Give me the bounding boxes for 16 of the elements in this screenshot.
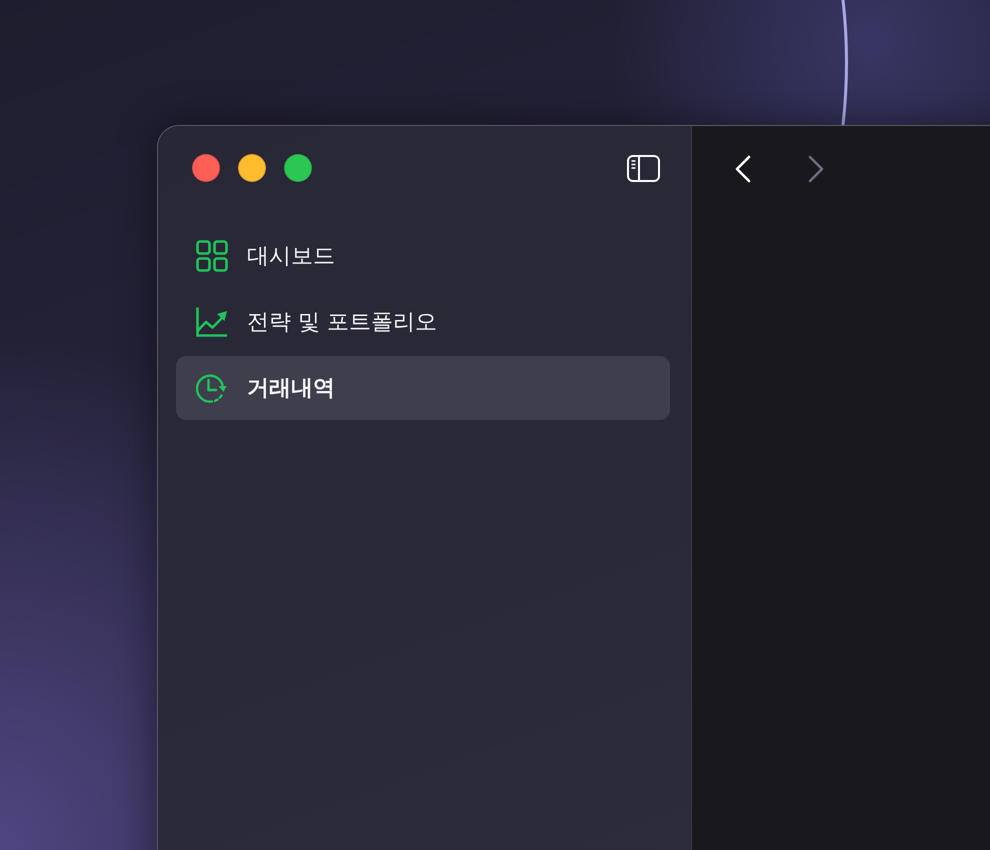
clock-arrow-icon [196,372,228,404]
minimize-button[interactable] [238,154,266,182]
sidebar-item[interactable]: 거래내역 [176,356,670,420]
grid-icon [196,240,228,272]
chevron-left-icon [734,155,752,183]
sidebar-item-label: 전략 및 포트폴리오 [247,309,437,337]
sidebar-item[interactable]: 전략 및 포트폴리오 [176,290,670,354]
zoom-button[interactable] [284,154,312,182]
sidebar-toggle-button[interactable] [626,154,660,182]
sidebar-icon [626,154,660,182]
line-chart-icon [196,306,228,338]
sidebar-item[interactable]: 대시보드 [176,224,670,288]
sidebar-item-label: 거래내역 [247,375,335,403]
chevron-right-icon [807,155,825,183]
close-button[interactable] [192,154,220,182]
sidebar-item-label: 대시보드 [247,243,335,271]
